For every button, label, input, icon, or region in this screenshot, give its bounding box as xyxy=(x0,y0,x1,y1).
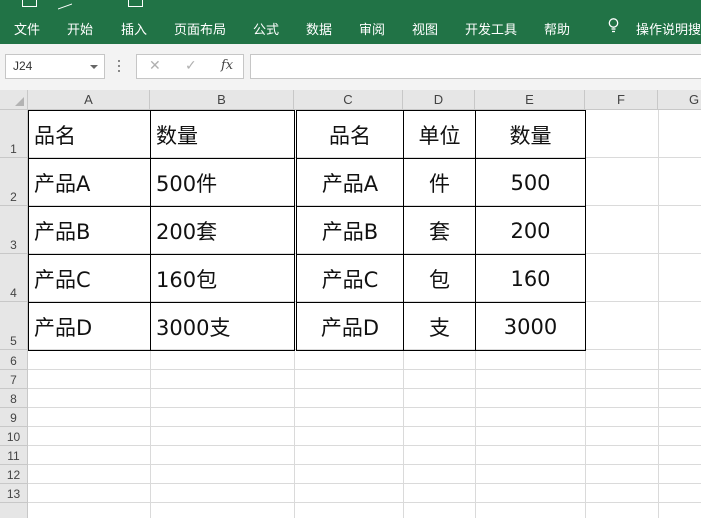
worksheet: A B C D E F G 1 2 3 4 5 6 7 8 9 10 11 12… xyxy=(0,90,701,518)
gridline xyxy=(28,483,701,484)
tab-review[interactable]: 审阅 xyxy=(359,19,385,38)
undo-icon[interactable] xyxy=(58,0,72,10)
row-header-12[interactable]: 12 xyxy=(0,465,28,484)
cell-c5[interactable]: 产品D xyxy=(296,302,404,351)
row-number: 3 xyxy=(10,238,17,252)
tab-data[interactable]: 数据 xyxy=(306,19,332,38)
ribbon-tabs: 文件 开始 插入 页面布局 公式 数据 审阅 视图 开发工具 帮助 操作说明搜 xyxy=(0,12,701,44)
row-number: 8 xyxy=(10,392,17,406)
tab-file[interactable]: 文件 xyxy=(14,19,40,38)
cell-b1[interactable]: 数量 xyxy=(150,110,295,159)
row-number: 10 xyxy=(6,430,21,444)
chevron-down-icon[interactable] xyxy=(90,65,98,69)
row-number: 2 xyxy=(10,190,17,204)
cell-a1[interactable]: 品名 xyxy=(28,110,151,159)
gridline xyxy=(658,110,659,518)
cell-c1[interactable]: 品名 xyxy=(296,110,404,159)
cell-a5[interactable]: 产品D xyxy=(28,302,151,351)
cell-b2[interactable]: 500件 xyxy=(150,158,295,207)
cell-e1[interactable]: 数量 xyxy=(475,110,586,159)
row-number: 4 xyxy=(10,286,17,300)
row-header-10[interactable]: 10 xyxy=(0,427,28,446)
save-icon[interactable] xyxy=(22,0,37,7)
tab-view[interactable]: 视图 xyxy=(412,19,438,38)
row-number: 1 xyxy=(10,142,17,156)
tab-help[interactable]: 帮助 xyxy=(544,19,570,38)
cell-d2[interactable]: 件 xyxy=(403,158,476,207)
cell-a3[interactable]: 产品B xyxy=(28,206,151,255)
lightbulb-icon xyxy=(608,18,619,33)
formula-input[interactable] xyxy=(250,54,701,79)
column-header-f[interactable]: F xyxy=(585,90,658,110)
gridline xyxy=(28,369,701,370)
cell-c2[interactable]: 产品A xyxy=(296,158,404,207)
name-box[interactable]: J24 xyxy=(5,54,105,79)
cell-a2[interactable]: 产品A xyxy=(28,158,151,207)
cell-a4[interactable]: 产品C xyxy=(28,254,151,303)
row-number: 12 xyxy=(6,468,21,482)
gridline xyxy=(28,426,701,427)
row-number: 9 xyxy=(10,411,17,425)
row-number: 6 xyxy=(10,354,17,368)
row-header-9[interactable]: 9 xyxy=(0,408,28,427)
cancel-icon[interactable]: ✕ xyxy=(149,57,161,74)
tell-me-search[interactable]: 操作说明搜 xyxy=(636,19,701,38)
cell-c3[interactable]: 产品B xyxy=(296,206,404,255)
column-header-a[interactable]: A xyxy=(28,90,150,110)
row-header-13[interactable]: 13 xyxy=(0,484,28,503)
row-header-3[interactable]: 3 xyxy=(0,206,28,254)
cell-b5[interactable]: 3000支 xyxy=(150,302,295,351)
column-header-e[interactable]: E xyxy=(475,90,585,110)
row-header-2[interactable]: 2 xyxy=(0,158,28,206)
cell-d3[interactable]: 套 xyxy=(403,206,476,255)
cell-e4[interactable]: 160 xyxy=(475,254,586,303)
row-header-1[interactable]: 1 xyxy=(0,110,28,158)
row-header-14[interactable] xyxy=(0,503,28,518)
column-header-g[interactable]: G xyxy=(658,90,701,110)
tab-home[interactable]: 开始 xyxy=(67,19,93,38)
row-number: 13 xyxy=(6,487,21,501)
select-all-button[interactable] xyxy=(0,90,28,110)
row-header-5[interactable]: 5 xyxy=(0,302,28,350)
tab-developer[interactable]: 开发工具 xyxy=(465,19,517,38)
cell-e5[interactable]: 3000 xyxy=(475,302,586,351)
gridline xyxy=(28,388,701,389)
column-header-b[interactable]: B xyxy=(150,90,294,110)
drag-handle-icon[interactable] xyxy=(118,60,121,75)
tab-insert[interactable]: 插入 xyxy=(121,19,147,38)
row-number: 5 xyxy=(10,334,17,348)
row-header-8[interactable]: 8 xyxy=(0,389,28,408)
column-header-d[interactable]: D xyxy=(403,90,475,110)
name-box-value: J24 xyxy=(13,59,33,73)
select-all-triangle-icon xyxy=(15,97,24,106)
quick-access-icon[interactable] xyxy=(128,0,143,7)
cell-d1[interactable]: 单位 xyxy=(403,110,476,159)
formula-bar: J24 ✕ ✓ fx xyxy=(0,44,701,90)
row-header-7[interactable]: 7 xyxy=(0,370,28,389)
cell-e3[interactable]: 200 xyxy=(475,206,586,255)
row-number: 7 xyxy=(10,373,17,387)
cell-b3[interactable]: 200套 xyxy=(150,206,295,255)
row-number: 11 xyxy=(7,449,20,463)
title-bar xyxy=(0,0,701,12)
cell-e2[interactable]: 500 xyxy=(475,158,586,207)
cell-d5[interactable]: 支 xyxy=(403,302,476,351)
cell-b4[interactable]: 160包 xyxy=(150,254,295,303)
tab-page-layout[interactable]: 页面布局 xyxy=(174,19,226,38)
gridline xyxy=(28,464,701,465)
row-header-6[interactable]: 6 xyxy=(0,350,28,370)
enter-icon[interactable]: ✓ xyxy=(185,57,197,74)
gridline xyxy=(28,407,701,408)
gridline xyxy=(28,445,701,446)
formula-buttons: ✕ ✓ fx xyxy=(136,54,244,79)
gridline xyxy=(28,502,701,503)
tab-formulas[interactable]: 公式 xyxy=(253,19,279,38)
row-header-4[interactable]: 4 xyxy=(0,254,28,302)
cell-c4[interactable]: 产品C xyxy=(296,254,404,303)
row-header-11[interactable]: 11 xyxy=(0,446,28,465)
column-header-c[interactable]: C xyxy=(294,90,403,110)
cell-d4[interactable]: 包 xyxy=(403,254,476,303)
insert-function-button[interactable]: fx xyxy=(221,58,233,73)
